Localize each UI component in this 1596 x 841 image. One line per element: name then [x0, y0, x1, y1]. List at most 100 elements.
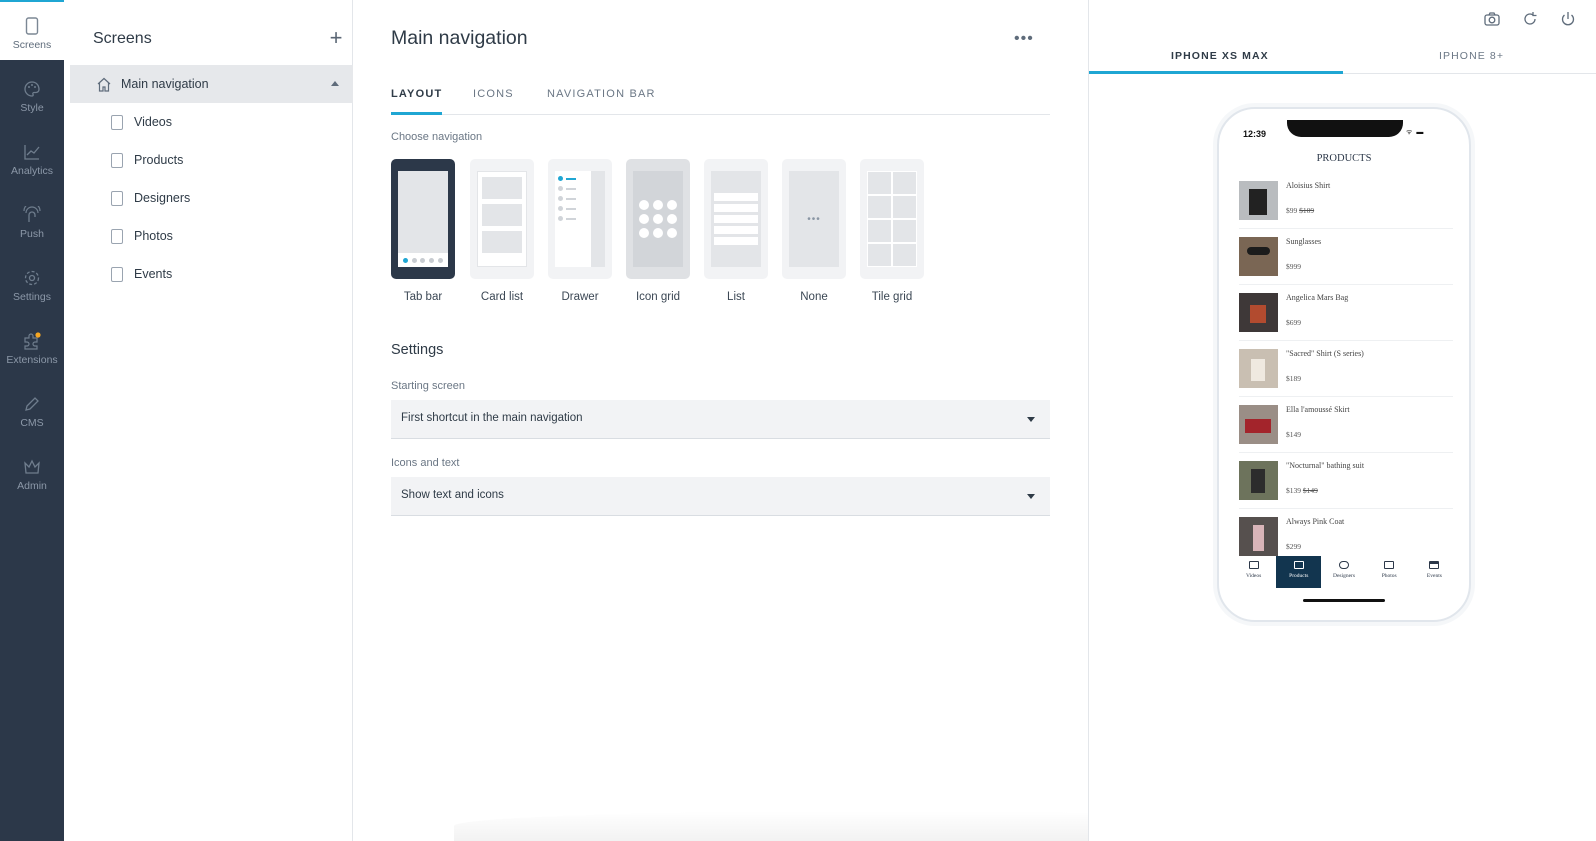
phone-tab-events[interactable]: Events [1412, 556, 1457, 588]
nav-option-label: Card list [480, 291, 524, 303]
rail-item-settings[interactable]: Settings [0, 269, 64, 329]
tab-bar: LAYOUT ICONS NAVIGATION BAR [391, 88, 1050, 115]
screens-title: Screens [93, 30, 152, 47]
collapse-caret-icon[interactable] [331, 81, 339, 86]
page-icon [111, 190, 123, 206]
rail-label-cms: CMS [20, 417, 44, 429]
tab-iphone-xs-max[interactable]: IPHONE XS MAX [1171, 50, 1269, 62]
rail-label-screens: Screens [12, 39, 52, 51]
product-item[interactable]: "Sacred" Shirt (S series) $189 [1239, 341, 1453, 397]
product-item[interactable]: Always Pink Coat $299 [1239, 509, 1453, 556]
notification-badge [35, 332, 41, 338]
screen-item-videos[interactable]: Videos [70, 103, 353, 141]
product-price: $999 [1286, 262, 1301, 271]
starting-screen-value: First shortcut in the main navigation [401, 412, 583, 424]
icons-text-label: Icons and text [391, 457, 460, 469]
product-name: "Nocturnal" bathing suit [1286, 461, 1365, 470]
screen-item-label: Products [134, 153, 184, 167]
icon-grid-thumbnail [626, 159, 690, 279]
rail-item-analytics[interactable]: Analytics [0, 143, 64, 203]
nav-option-card-list[interactable]: Card list [470, 159, 534, 303]
nav-option-list[interactable]: List [704, 159, 768, 303]
power-icon[interactable] [1559, 10, 1577, 28]
camera-icon[interactable] [1483, 10, 1501, 28]
phone-status-icons: ᯤ ▬ [1406, 129, 1425, 136]
none-thumbnail: ••• [782, 159, 846, 279]
preview-panel: IPHONE XS MAX IPHONE 8+ 12:39 ᯤ ▬ PRODUC… [1088, 0, 1596, 841]
nav-option-drawer[interactable]: Drawer [548, 159, 612, 303]
rail-item-push[interactable]: Push [0, 206, 64, 266]
screen-item-label: Main navigation [121, 77, 209, 91]
more-options-button[interactable]: ••• [1014, 30, 1034, 48]
palette-icon [24, 81, 40, 97]
tab-icons[interactable]: ICONS [473, 88, 514, 115]
basket-icon [1293, 561, 1304, 569]
product-item[interactable]: Angelica Mars Bag $699 [1239, 285, 1453, 341]
product-name: Sunglasses [1286, 237, 1322, 246]
product-thumbnail [1239, 517, 1278, 556]
choose-navigation-label: Choose navigation [391, 131, 483, 143]
tab-layout[interactable]: LAYOUT [391, 88, 443, 115]
tab-navigation-bar[interactable]: NAVIGATION BAR [547, 88, 656, 115]
phone-tab-products[interactable]: Products [1276, 556, 1322, 588]
screen-item-designers[interactable]: Designers [70, 179, 353, 217]
starting-screen-label: Starting screen [391, 380, 465, 392]
nav-option-label: Icon grid [635, 291, 681, 303]
nav-option-none[interactable]: ••• None [782, 159, 846, 303]
rail-item-cms[interactable]: CMS [0, 395, 64, 455]
product-price: $699 [1286, 318, 1301, 327]
screen-item-products[interactable]: Products [70, 141, 353, 179]
list-thumbnail [704, 159, 768, 279]
rail-item-admin[interactable]: Admin [0, 458, 64, 518]
product-item[interactable]: "Nocturnal" bathing suit $139 $149 [1239, 453, 1453, 509]
nav-option-tab-bar[interactable]: Tab bar [391, 159, 455, 303]
nav-option-label: Drawer [561, 291, 599, 303]
phone-notch [1287, 120, 1403, 137]
rail-item-extensions[interactable]: Extensions [0, 332, 64, 392]
screens-panel: Screens + Main navigation Videos Product… [64, 0, 353, 841]
rail-label-settings: Settings [13, 291, 51, 303]
product-item[interactable]: Sunglasses $999 [1239, 229, 1453, 285]
nav-option-tile-grid[interactable]: Tile grid [860, 159, 924, 303]
page-title: Main navigation [391, 27, 528, 49]
phone-tab-videos[interactable]: Videos [1231, 556, 1276, 588]
rail-item-screens[interactable]: Screens [0, 0, 64, 60]
phone-tab-photos[interactable]: Photos [1367, 556, 1412, 588]
product-price: $149 [1286, 430, 1301, 439]
product-price: $99 $109 [1286, 206, 1315, 215]
refresh-icon[interactable] [1521, 10, 1539, 28]
screen-item-events[interactable]: Events [70, 255, 353, 293]
icons-text-value: Show text and icons [401, 489, 504, 501]
chart-icon [24, 145, 40, 160]
calendar-icon [1429, 561, 1440, 569]
product-name: Aloisius Shirt [1286, 181, 1331, 190]
settings-heading: Settings [391, 342, 444, 358]
tab-iphone-8-plus[interactable]: IPHONE 8+ [1439, 50, 1504, 62]
product-thumbnail [1239, 349, 1278, 388]
phone-tab-designers[interactable]: Designers [1321, 556, 1366, 588]
nav-option-icon-grid[interactable]: Icon grid [626, 159, 690, 303]
screen-item-label: Photos [134, 229, 173, 243]
icons-text-select[interactable]: Show text and icons [391, 477, 1050, 516]
rail-label-extensions: Extensions [6, 354, 58, 366]
app-window: Screens Style Analytics Push Settings Ex… [0, 0, 1596, 841]
product-item[interactable]: Aloisius Shirt $99 $109 [1239, 173, 1453, 229]
home-icon [97, 77, 111, 92]
rail-item-style[interactable]: Style [0, 80, 64, 140]
icon-rail: Screens Style Analytics Push Settings Ex… [0, 0, 64, 841]
phone-preview: 12:39 ᯤ ▬ PRODUCTS Aloisius Shirt $99 $1… [1217, 107, 1471, 622]
card-list-thumbnail [470, 159, 534, 279]
device-tabs: IPHONE XS MAX IPHONE 8+ [1089, 40, 1596, 74]
push-icon [23, 206, 41, 222]
page-icon [111, 152, 123, 168]
screen-item-main-navigation[interactable]: Main navigation [70, 65, 353, 103]
product-name: Always Pink Coat [1286, 517, 1345, 526]
add-screen-button[interactable]: + [326, 27, 346, 49]
phone-tab-bar: Videos Products Designers Photos Events [1231, 556, 1457, 588]
screen-item-label: Events [134, 267, 173, 281]
product-item[interactable]: Ella l'amoussé Skirt $149 [1239, 397, 1453, 453]
active-tab-underline [1089, 71, 1343, 74]
screen-item-photos[interactable]: Photos [70, 217, 353, 255]
tab-bar-thumbnail [391, 159, 455, 279]
starting-screen-select[interactable]: First shortcut in the main navigation [391, 400, 1050, 439]
